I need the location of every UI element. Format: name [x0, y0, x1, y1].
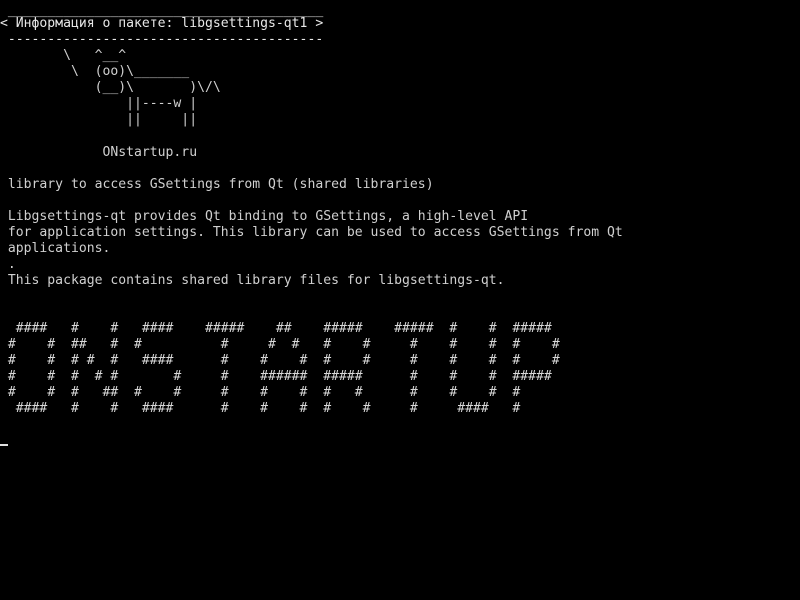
cow-art-line: \ ^__^ [0, 48, 127, 63]
cow-art-line: (__)\ )\/\ [0, 80, 221, 95]
description-line: applications. [0, 241, 111, 256]
site-name: ONstartup.ru [0, 145, 198, 160]
text-cursor [0, 444, 8, 446]
terminal-screen[interactable]: ________________________________________… [0, 0, 800, 600]
package-info-title: < Информация о пакете: libgsettings-qt1 … [0, 16, 324, 31]
banner-art-line: # # ## # # # # # # # # # # # # [0, 337, 560, 352]
cow-art-line: || || [0, 112, 198, 127]
banner-art-line: # # # ## # # # # # # # # # # # [0, 385, 521, 400]
description-line: Libgsettings-qt provides Qt binding to G… [0, 209, 529, 224]
description-line: This package contains shared library fil… [0, 273, 505, 288]
description-line: . [0, 257, 16, 272]
cow-art-line: \ (oo)\_______ [0, 64, 190, 79]
package-summary: library to access GSettings from Qt (sha… [0, 177, 434, 192]
cow-art-line: ||----w | [0, 96, 198, 111]
banner-art-line: # # # # # #### # # # # # # # # # # [0, 353, 560, 368]
banner-art-line: # # # # # # # ###### ##### # # # ##### [0, 369, 552, 384]
banner-art-line: #### # # #### # # # # # # #### # [0, 401, 521, 416]
banner-art-line: #### # # #### ##### ## ##### ##### # # #… [0, 321, 552, 336]
description-line: for application settings. This library c… [0, 225, 623, 240]
header-rule-bottom: ---------------------------------------- [0, 32, 324, 47]
